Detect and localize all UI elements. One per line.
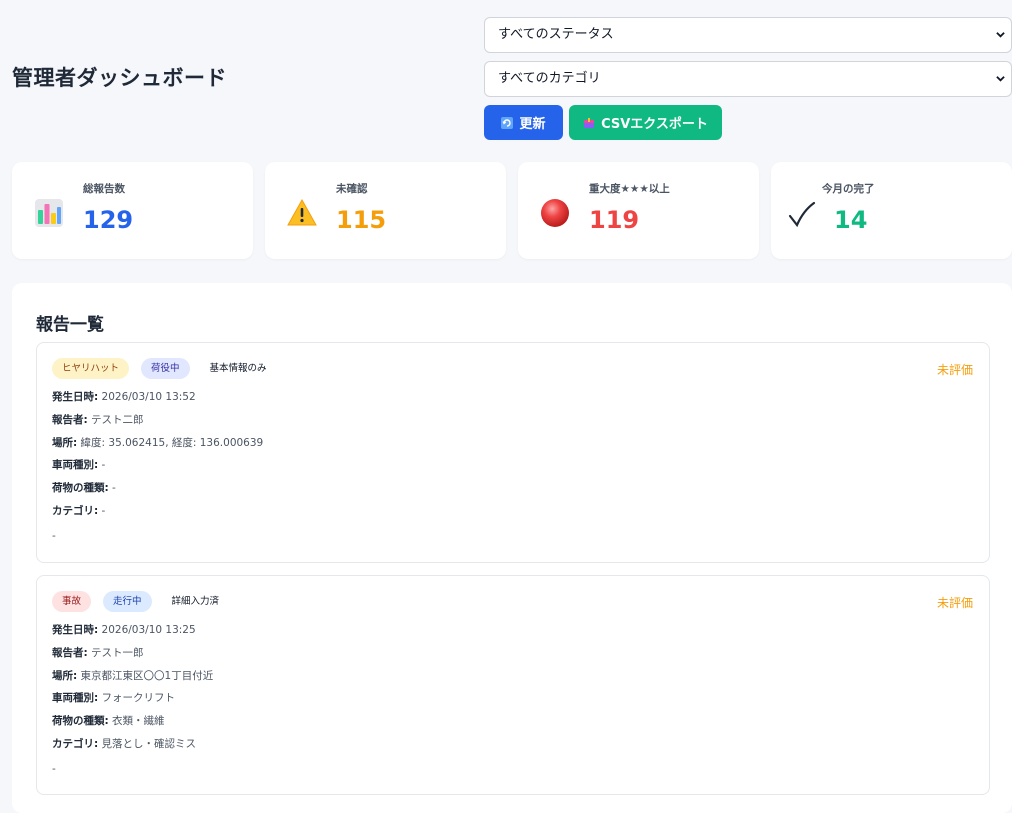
- stat-value: 14: [834, 206, 868, 234]
- warning-icon: [287, 198, 317, 226]
- refresh-label: 更新: [519, 117, 546, 132]
- evaluation-status: 未評価: [936, 596, 973, 610]
- report-card[interactable]: ヒヤリハット 荷役中 基本情報のみ 未評価 発生日時: 2026/03/10 1…: [36, 342, 990, 563]
- chevron-down-icon: [996, 76, 1005, 82]
- bar-chart-icon: [35, 199, 63, 227]
- field-datetime: 発生日時: 2026/03/10 13:25: [52, 624, 196, 636]
- report-card[interactable]: 事故 走行中 詳細入力済 未評価 発生日時: 2026/03/10 13:25 …: [36, 575, 990, 795]
- field-cargo-type: 荷物の種類: 衣類・繊維: [52, 715, 165, 728]
- header: 管理者ダッシュボード すべてのステータス すべてのカテゴリ 更新 CSVエクスポ…: [0, 0, 1012, 150]
- report-list-title: 報告一覧: [36, 315, 104, 335]
- type-tag: ヒヤリハット: [52, 358, 130, 379]
- csv-export-label: CSVエクスポート: [601, 117, 708, 132]
- category-filter-select[interactable]: すべてのカテゴリ: [484, 61, 1012, 97]
- field-location: 場所: 東京都江東区〇〇1丁目付近: [52, 669, 214, 682]
- refresh-button[interactable]: 更新: [484, 105, 563, 140]
- status-filter-select[interactable]: すべてのステータス: [484, 17, 1012, 53]
- field-reporter: 報告者: テスト二郎: [52, 413, 144, 426]
- stat-label: 今月の完了: [822, 183, 875, 195]
- page-title: 管理者ダッシュボード: [12, 66, 227, 90]
- refresh-icon: [501, 116, 514, 129]
- detail-tag: 基本情報のみ: [209, 363, 267, 374]
- field-category: カテゴリ: 見落とし・確認ミス: [52, 737, 197, 750]
- field-category: カテゴリ: -: [52, 504, 106, 517]
- field-cargo-type: 荷物の種類: -: [52, 482, 116, 495]
- field-datetime: 発生日時: 2026/03/10 13:52: [52, 391, 196, 403]
- field-vehicle-type: 車両種別: フォークリフト: [52, 692, 176, 705]
- stat-label: 重大度★★★以上: [589, 183, 670, 195]
- red-circle-icon: [541, 199, 569, 227]
- report-tags: 事故 走行中 詳細入力済: [52, 591, 227, 612]
- stat-label: 総報告数: [83, 183, 125, 195]
- stat-card-unconfirmed: 未確認 115: [265, 162, 506, 259]
- stat-value: 115: [336, 206, 387, 234]
- report-tags: ヒヤリハット 荷役中 基本情報のみ: [52, 358, 275, 379]
- detail-tag: 詳細入力済: [171, 596, 220, 607]
- report-description: -: [52, 530, 56, 542]
- filter-controls: すべてのステータス すべてのカテゴリ 更新 CSVエクスポート: [484, 17, 1012, 140]
- category-filter-value: すべてのカテゴリ: [498, 71, 601, 86]
- report-fields: 発生日時: 2026/03/10 13:52 報告者: テスト二郎 場所: 緯度…: [52, 389, 263, 526]
- status-tag: 荷役中: [141, 358, 190, 379]
- stats-row: 総報告数 129 未確認 115 重大度★★★以上 119 今月の完了 14: [12, 162, 1012, 259]
- stat-card-severe: 重大度★★★以上 119: [518, 162, 759, 259]
- evaluation-status: 未評価: [936, 363, 973, 377]
- field-location: 場所: 緯度: 35.062415, 経度: 136.000639: [52, 436, 264, 449]
- field-vehicle-type: 車両種別: -: [52, 459, 106, 472]
- stat-value: 129: [83, 206, 134, 234]
- status-tag: 走行中: [103, 591, 152, 612]
- report-list-panel: 報告一覧 ヒヤリハット 荷役中 基本情報のみ 未評価 発生日時: 2026/03…: [12, 283, 1012, 813]
- stat-card-completed: 今月の完了 14: [771, 162, 1012, 259]
- report-description: -: [52, 763, 56, 775]
- report-fields: 発生日時: 2026/03/10 13:25 報告者: テスト一郎 場所: 東京…: [52, 622, 213, 759]
- field-reporter: 報告者: テスト一郎: [52, 646, 144, 659]
- type-tag: 事故: [52, 591, 92, 612]
- chevron-down-icon: [996, 32, 1005, 38]
- checkmark-icon: [788, 201, 816, 228]
- package-icon: [584, 117, 595, 128]
- stat-card-total: 総報告数 129: [12, 162, 253, 259]
- csv-export-button[interactable]: CSVエクスポート: [569, 105, 722, 140]
- stat-value: 119: [589, 206, 640, 234]
- status-filter-value: すべてのステータス: [498, 27, 614, 42]
- stat-label: 未確認: [336, 183, 368, 195]
